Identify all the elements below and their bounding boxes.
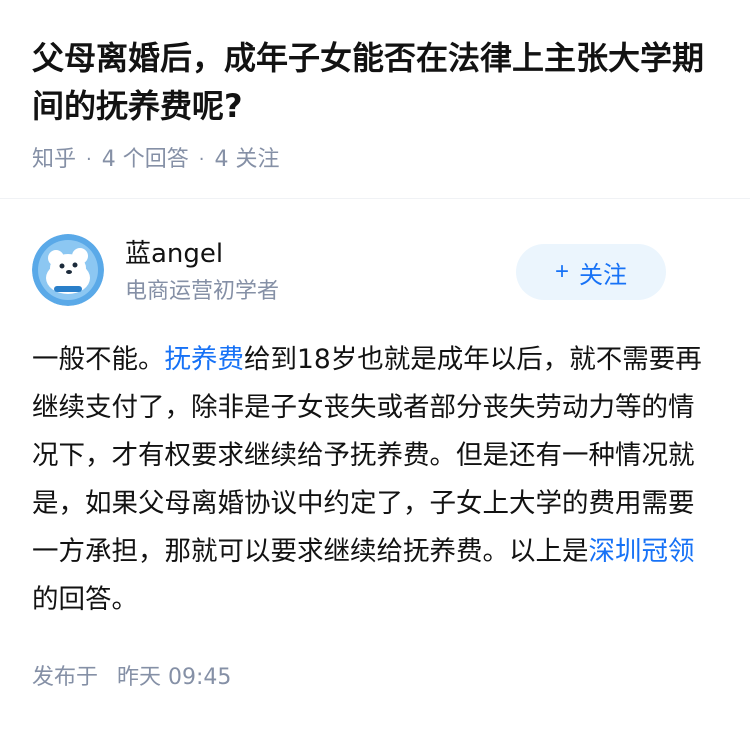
answer-text: 一般不能。: [32, 344, 165, 375]
follow-label: 关注: [579, 261, 627, 289]
bear-avatar-icon[interactable]: [32, 234, 104, 306]
link-shenzhen-guanling[interactable]: 深圳冠领: [589, 536, 695, 567]
answer-content: 一般不能。抚养费给到18岁也就是成年以后，就不需要再继续支付了，除非是子女丧失或…: [32, 336, 718, 624]
author-card: 蓝angel 电商运营初学者 + 关注: [32, 234, 718, 310]
answer-text: 给到18岁也就是成年以后，就不需要再继续支付了，除非是子女丧失或者部分丧失劳动力…: [32, 344, 702, 567]
link-fuyangfei[interactable]: 抚养费: [165, 344, 245, 375]
source-label[interactable]: 知乎: [32, 144, 76, 176]
meta-separator: ·: [86, 149, 92, 170]
published-time: 昨天 09:45: [117, 665, 232, 690]
follow-button[interactable]: + 关注: [516, 244, 666, 300]
followers-count: 4 关注: [214, 147, 280, 172]
published-label: 发布于: [32, 665, 99, 690]
divider: [0, 198, 750, 199]
meta-separator: ·: [198, 149, 205, 170]
published-info: 发布于 昨天 09:45: [32, 662, 231, 694]
answer-text: 的回答。: [32, 584, 138, 615]
question-title[interactable]: 父母离婚后，成年子女能否在法律上主张大学期间的抚养费呢?: [32, 34, 722, 130]
question-meta: 知乎 · 4 个回答 · 4 关注: [32, 144, 279, 176]
author-name[interactable]: 蓝angel: [125, 236, 223, 272]
answers-count[interactable]: 4 个回答: [102, 144, 189, 176]
author-bio: 电商运营初学者: [125, 279, 280, 304]
answer-page: 父母离婚后，成年子女能否在法律上主张大学期间的抚养费呢? 知乎 · 4 个回答 …: [0, 0, 750, 730]
plus-icon: +: [554, 258, 569, 285]
